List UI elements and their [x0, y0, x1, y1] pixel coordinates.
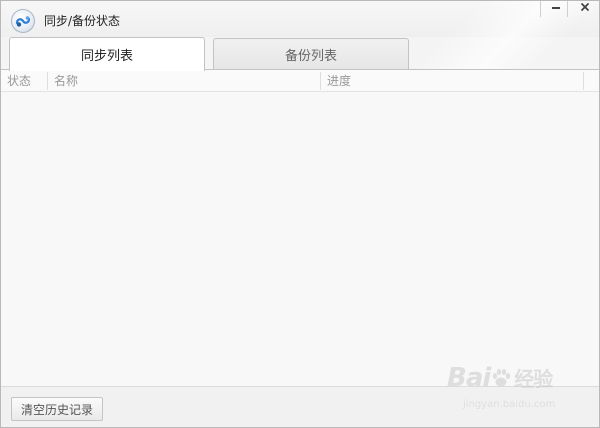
sync-backup-status-window: 同步/备份状态 同步列表 备份列表 状态 名称 进度 清空历史记录 Bai 经验… — [0, 0, 600, 428]
footer-bar: 清空历史记录 — [1, 386, 599, 427]
tab-label: 同步列表 — [80, 49, 133, 64]
minimize-button[interactable] — [545, 1, 567, 17]
column-divider[interactable] — [47, 72, 48, 90]
column-divider[interactable] — [583, 72, 584, 90]
tab-label: 备份列表 — [284, 48, 337, 64]
window-title: 同步/备份状态 — [44, 14, 121, 28]
sync-list[interactable]: 状态 名称 进度 — [1, 70, 599, 386]
window-button-divider — [540, 1, 541, 17]
window-button-divider — [567, 1, 568, 17]
tab-bar: 同步列表 备份列表 — [1, 37, 599, 71]
column-header-status[interactable]: 状态 — [7, 70, 31, 92]
close-icon — [580, 1, 590, 17]
tab-backup-list[interactable]: 备份列表 — [213, 38, 409, 69]
column-divider[interactable] — [320, 72, 321, 90]
clear-history-button[interactable]: 清空历史记录 — [11, 397, 103, 421]
minimize-icon — [551, 1, 561, 17]
close-button[interactable] — [574, 1, 596, 17]
title-bar[interactable]: 同步/备份状态 — [1, 1, 599, 71]
column-header-progress[interactable]: 进度 — [327, 70, 351, 92]
app-logo-icon — [11, 9, 35, 33]
list-header: 状态 名称 进度 — [1, 70, 599, 92]
column-header-name[interactable]: 名称 — [54, 70, 78, 92]
tab-sync-list[interactable]: 同步列表 — [9, 37, 205, 71]
